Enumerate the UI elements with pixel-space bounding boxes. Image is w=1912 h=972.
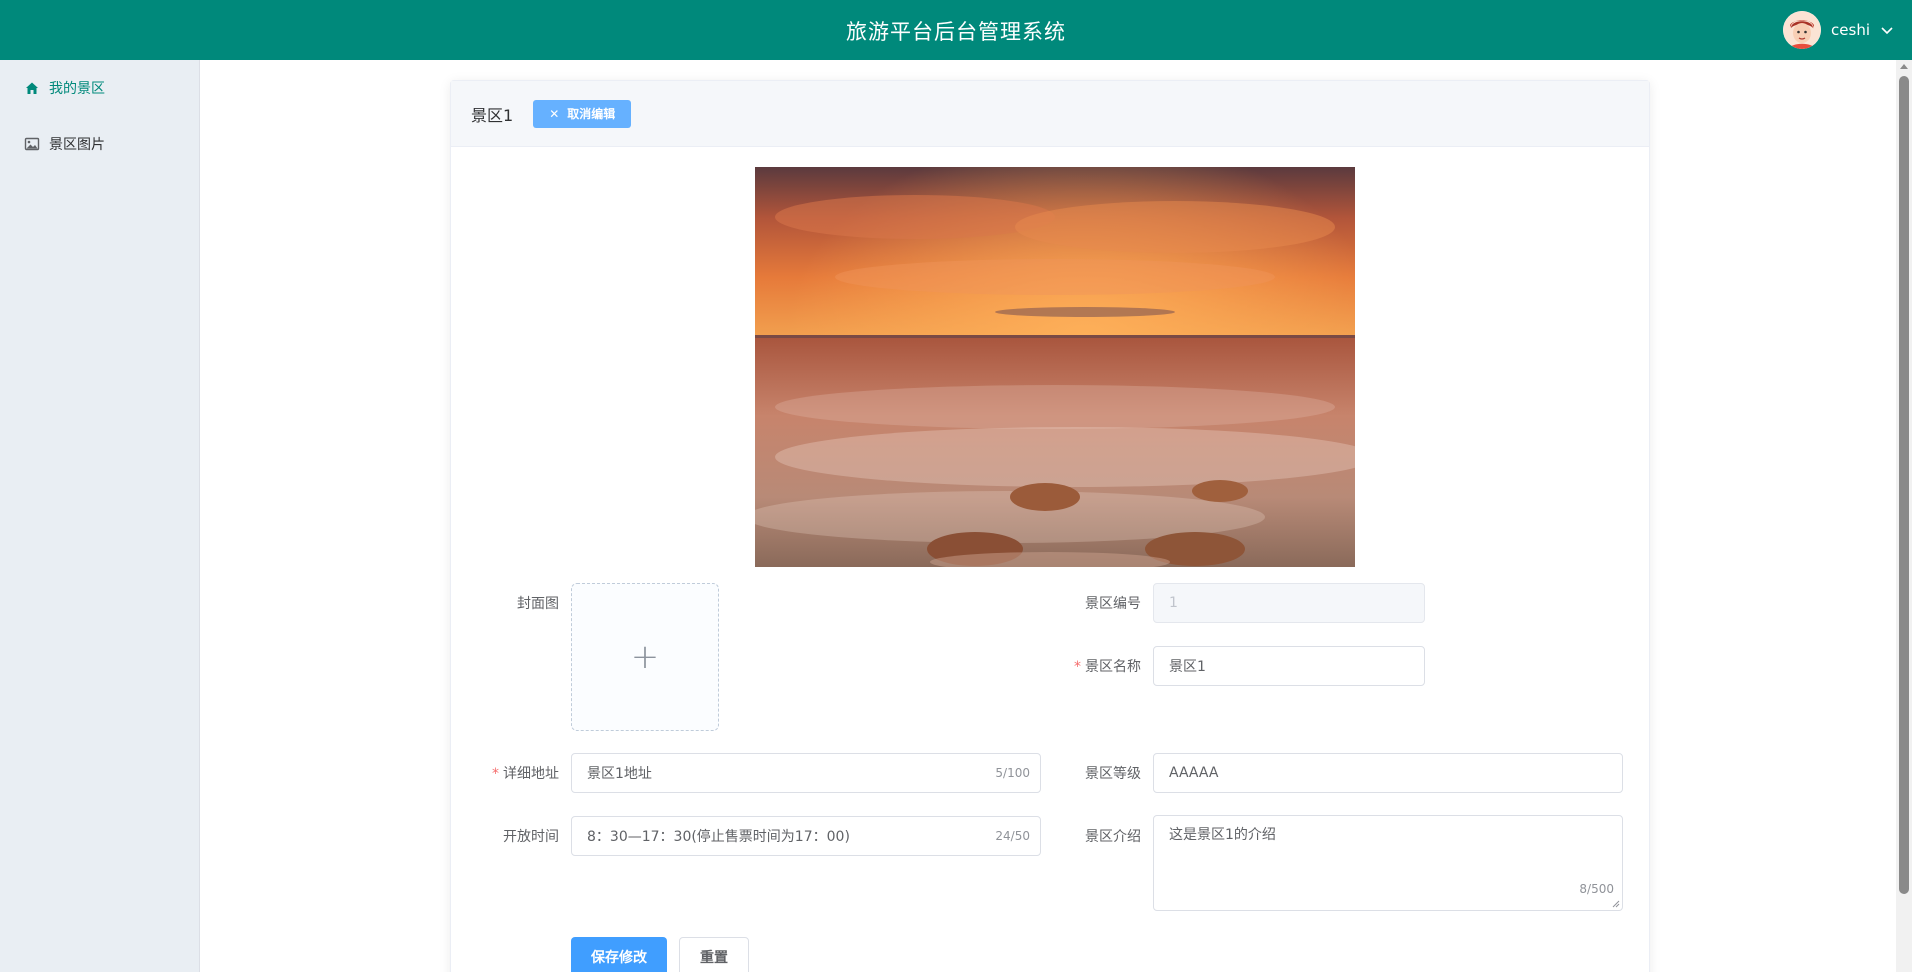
page-scrollbar[interactable] bbox=[1896, 60, 1912, 972]
scenic-edit-card: 景区1 ✕ 取消编辑 封面图 + 景区编号 1 * 景区名称 景区1 * 详细地… bbox=[450, 80, 1650, 972]
scenic-cover-photo bbox=[755, 167, 1355, 567]
sidebar-item-my-scenic[interactable]: 我的景区 bbox=[0, 60, 199, 116]
hours-field[interactable]: 8：30—17：30(停止售票时间为17：00) 24/50 bbox=[571, 816, 1041, 856]
app-title: 旅游平台后台管理系统 bbox=[846, 20, 1066, 44]
reset-button[interactable]: 重置 bbox=[679, 937, 749, 972]
scroll-up-arrow-icon[interactable] bbox=[1900, 64, 1908, 69]
address-field[interactable]: 景区1地址 5/100 bbox=[571, 753, 1041, 793]
resize-handle-icon[interactable] bbox=[1612, 900, 1620, 908]
sidebar-item-scenic-images[interactable]: 景区图片 bbox=[0, 116, 199, 172]
cover-label: 封面图 bbox=[517, 596, 559, 612]
scroll-thumb[interactable] bbox=[1899, 76, 1909, 894]
top-header: 旅游平台后台管理系统 ceshi bbox=[0, 0, 1912, 60]
cancel-edit-button[interactable]: ✕ 取消编辑 bbox=[533, 99, 632, 128]
scenic-name-heading: 景区1 bbox=[471, 105, 514, 125]
image-icon bbox=[24, 137, 40, 151]
main-content: 景区1 ✕ 取消编辑 封面图 + 景区编号 1 * 景区名称 景区1 * 详细地… bbox=[200, 60, 1896, 972]
level-field[interactable]: AAAAA bbox=[1153, 753, 1623, 793]
save-button[interactable]: 保存修改 bbox=[571, 937, 667, 972]
address-char-count: 5/100 bbox=[995, 766, 1030, 780]
home-icon bbox=[26, 82, 38, 94]
intro-value: 这是景区1的介绍 bbox=[1169, 827, 1276, 843]
address-label: * 详细地址 bbox=[492, 766, 559, 782]
intro-label: 景区介绍 bbox=[1085, 829, 1141, 845]
scenic-name-value: 景区1 bbox=[1169, 659, 1206, 675]
user-menu[interactable]: ceshi bbox=[1783, 11, 1894, 49]
sidebar: 我的景区 景区图片 bbox=[0, 60, 200, 972]
cancel-edit-label: 取消编辑 bbox=[567, 107, 616, 121]
scenic-id-label: 景区编号 bbox=[1085, 596, 1141, 612]
scenic-name-field[interactable]: 景区1 bbox=[1153, 646, 1425, 686]
scenic-name-label: * 景区名称 bbox=[1074, 659, 1141, 675]
hours-value: 8：30—17：30(停止售票时间为17：00) bbox=[587, 829, 850, 845]
address-value: 景区1地址 bbox=[587, 766, 652, 782]
cover-uploader[interactable]: + bbox=[571, 583, 719, 731]
hours-char-count: 24/50 bbox=[995, 829, 1030, 843]
chevron-down-icon[interactable] bbox=[1880, 23, 1894, 37]
sidebar-item-label: 景区图片 bbox=[49, 137, 105, 153]
card-header: 景区1 ✕ 取消编辑 bbox=[451, 81, 1649, 147]
intro-textarea[interactable]: 这是景区1的介绍 8/500 bbox=[1153, 815, 1623, 911]
hours-label: 开放时间 bbox=[503, 829, 559, 845]
username[interactable]: ceshi bbox=[1831, 21, 1870, 39]
level-label: 景区等级 bbox=[1085, 766, 1141, 782]
intro-char-count: 8/500 bbox=[1579, 882, 1614, 896]
scenic-id-value: 1 bbox=[1169, 595, 1178, 611]
close-icon: ✕ bbox=[549, 106, 560, 121]
sidebar-item-label: 我的景区 bbox=[49, 81, 105, 97]
plus-icon: + bbox=[630, 637, 660, 677]
level-value: AAAAA bbox=[1169, 765, 1219, 781]
avatar[interactable] bbox=[1783, 11, 1822, 49]
scenic-id-field: 1 bbox=[1153, 583, 1425, 623]
